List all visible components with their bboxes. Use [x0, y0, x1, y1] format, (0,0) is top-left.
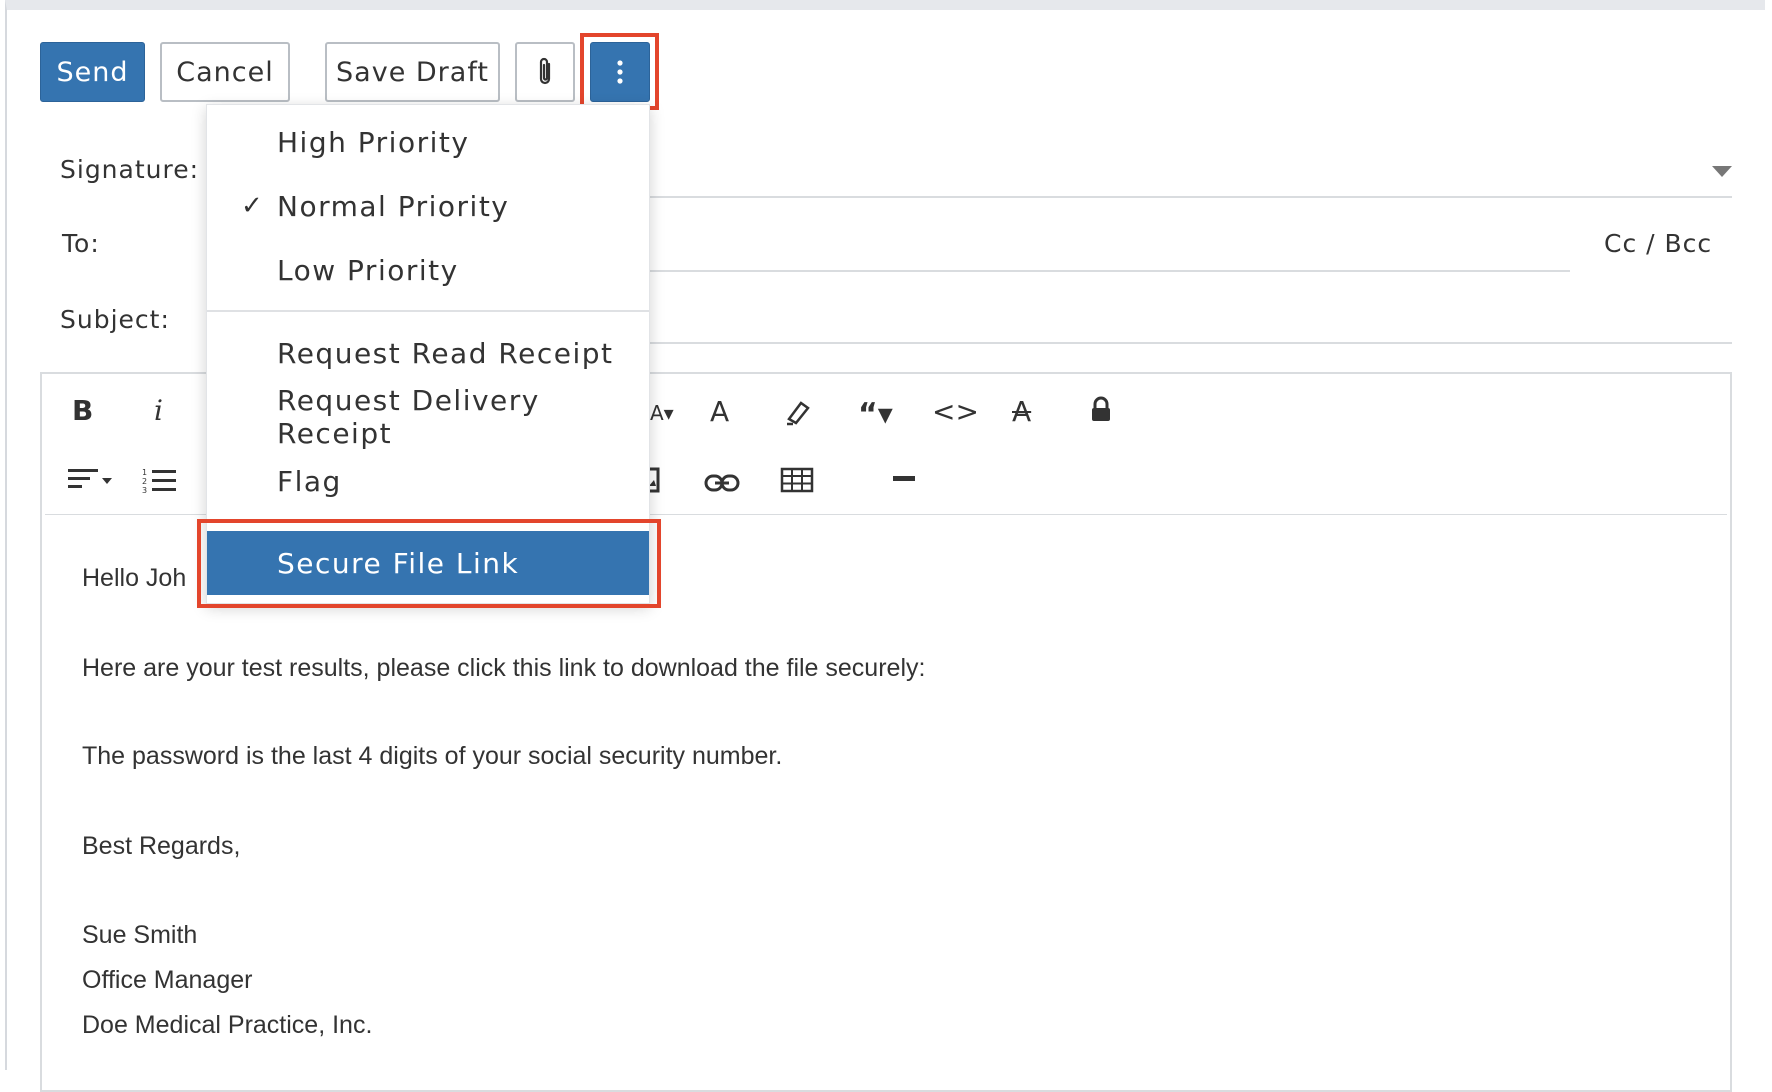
svg-text:2: 2	[142, 477, 147, 486]
send-button[interactable]: Send	[40, 42, 145, 102]
body-greeting: Hello Joh	[82, 564, 187, 592]
ordered-list-icon[interactable]: 123	[142, 466, 178, 499]
menu-item-label: High Priority	[277, 125, 470, 159]
checkmark-icon: ✓	[241, 191, 265, 221]
signature-underline	[650, 196, 1732, 198]
bold-icon[interactable]: B	[72, 397, 93, 425]
menu-item-flag[interactable]: Flag	[207, 451, 649, 511]
menu-item-label: Normal Priority	[277, 189, 510, 223]
menu-item-high-priority[interactable]: High Priority	[207, 112, 649, 172]
more-options-highlight	[580, 33, 659, 110]
paperclip-icon	[539, 57, 551, 85]
table-icon[interactable]	[780, 467, 814, 498]
body-signature-company: Doe Medical Practice, Inc.	[82, 1011, 373, 1039]
menu-item-delivery-receipt[interactable]: Request Delivery Receipt	[207, 384, 649, 450]
link-icon[interactable]	[704, 470, 740, 498]
subject-field[interactable]	[650, 342, 1732, 344]
secure-file-link-highlight	[197, 519, 661, 608]
body-line-password: The password is the last 4 digits of you…	[82, 742, 783, 770]
quote-icon[interactable]: “▾	[858, 400, 893, 430]
to-label: To:	[62, 229, 100, 258]
horizontal-rule-icon[interactable]	[893, 476, 915, 481]
body-signature-title: Office Manager	[82, 966, 253, 994]
cancel-button[interactable]: Cancel	[160, 42, 290, 102]
menu-item-low-priority[interactable]: Low Priority	[207, 240, 649, 300]
code-icon[interactable]: <>	[932, 398, 979, 426]
menu-item-read-receipt[interactable]: Request Read Receipt	[207, 323, 649, 383]
lock-icon[interactable]	[1090, 396, 1112, 429]
body-signature-name: Sue Smith	[82, 921, 198, 949]
font-size-icon[interactable]: A▾	[650, 403, 674, 423]
menu-divider	[207, 310, 649, 312]
save-draft-button[interactable]: Save Draft	[325, 42, 500, 102]
menu-item-label: Flag	[277, 464, 342, 498]
align-icon[interactable]	[68, 466, 116, 497]
svg-text:1: 1	[142, 468, 147, 477]
menu-item-label: Request Delivery Receipt	[277, 384, 540, 450]
highlight-icon[interactable]	[783, 397, 813, 432]
cc-bcc-link[interactable]: Cc / Bcc	[1604, 229, 1712, 258]
signature-label: Signature:	[60, 155, 200, 184]
menu-item-label: Low Priority	[277, 253, 459, 287]
menu-item-label: Request Read Receipt	[277, 336, 614, 370]
clear-format-icon[interactable]: A	[1012, 398, 1031, 426]
font-color-icon[interactable]: A	[710, 398, 729, 426]
menu-item-normal-priority[interactable]: ✓ Normal Priority	[207, 176, 649, 236]
svg-text:3: 3	[142, 486, 147, 494]
to-field[interactable]	[650, 270, 1570, 272]
signature-dropdown-chevron-icon[interactable]	[1712, 166, 1732, 177]
subject-label: Subject:	[60, 305, 170, 334]
body-line-results: Here are your test results, please click…	[82, 654, 926, 682]
body-closing: Best Regards,	[82, 832, 241, 860]
italic-icon[interactable]: i	[154, 397, 163, 425]
attach-button[interactable]	[515, 42, 575, 102]
